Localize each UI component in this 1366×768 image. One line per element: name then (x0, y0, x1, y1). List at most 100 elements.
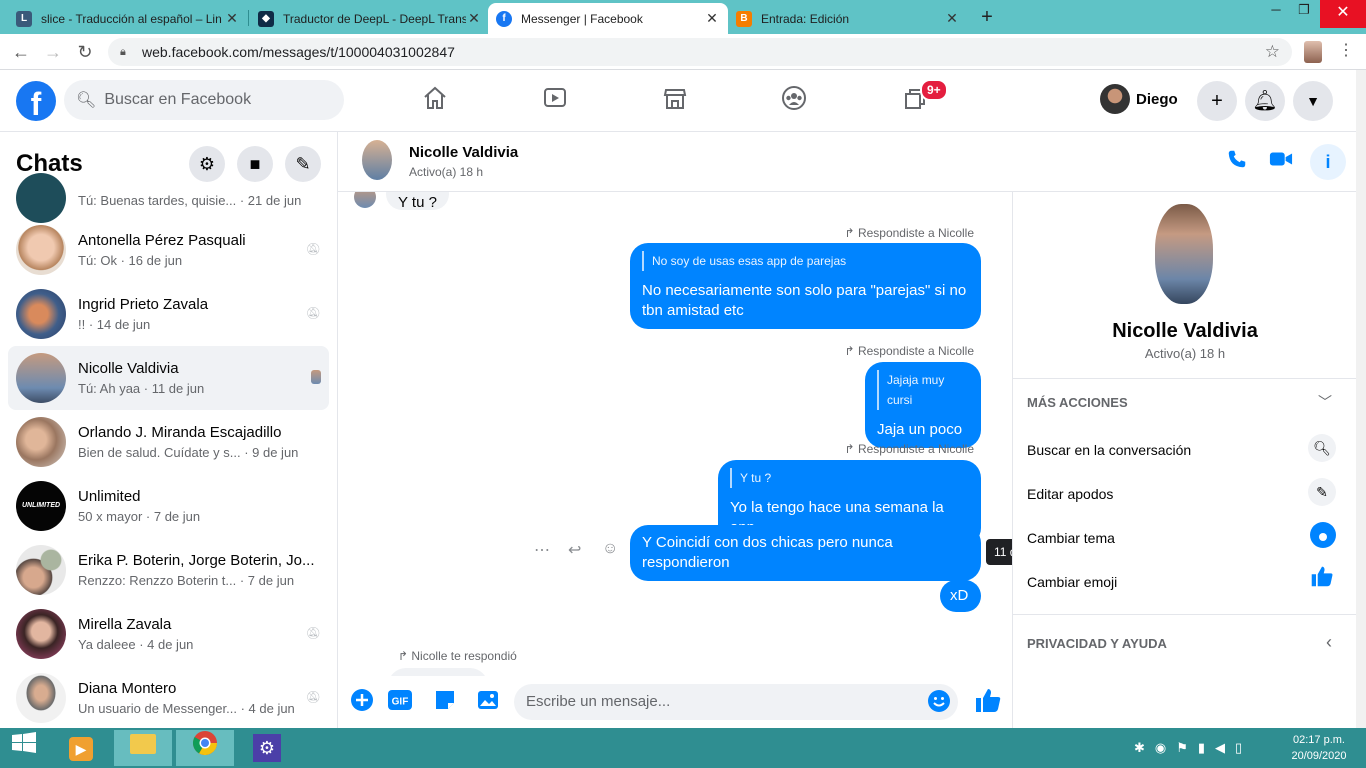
facebook-header: f 🔍︎ Buscar en Facebook 9+ Diego + 🔔︎ ▼ (0, 70, 1356, 132)
new-tab-icon[interactable]: + (976, 6, 998, 29)
privacy-help-header[interactable]: PRIVACIDAD Y AYUDA (1027, 636, 1167, 651)
system-tray-icons[interactable]: ✱◉⚑▮◀▯ (1134, 740, 1252, 756)
chat-list-item[interactable]: Erika P. Boterin, Jorge Boterin, Jo... Re… (8, 538, 329, 602)
pencil-icon[interactable]: ✎ (1308, 478, 1336, 506)
user-profile-chip[interactable]: Diego (1100, 84, 1178, 114)
reply-indicator: ↱ Respondiste a Nicolle (844, 442, 974, 456)
facebook-icon: f (496, 10, 512, 27)
received-message[interactable] (388, 668, 488, 676)
chrome-icon[interactable] (176, 730, 234, 766)
browser-tab[interactable]: B Entrada: Edición ✕ (728, 3, 968, 34)
photo-attach-icon[interactable] (475, 688, 501, 714)
message-input[interactable]: Escribe un mensaje... (514, 684, 958, 720)
home-icon[interactable] (417, 84, 453, 118)
conversation-name[interactable]: Nicolle Valdivia (409, 144, 518, 161)
profile-avatar-icon[interactable] (1304, 41, 1322, 63)
window-close-icon[interactable]: ✕ (1320, 0, 1366, 28)
conversation-info-icon[interactable]: i (1310, 144, 1346, 180)
chat-name: Ingrid Prieto Zavala (78, 296, 209, 313)
file-explorer-icon[interactable] (114, 730, 172, 766)
react-smiley-icon[interactable]: ☺ (602, 540, 618, 558)
taskbar-clock[interactable]: 02:17 p.m. 20/09/2020 (1284, 732, 1354, 764)
chat-list-item[interactable]: Antonella Pérez Pasquali Tú: Ok · 16 de j… (8, 218, 329, 282)
chat-preview: Tú: Ah yaa · 11 de jun (78, 381, 205, 396)
chat-list-item[interactable]: Ingrid Prieto Zavala !! · 14 de jun 🔕︎ (8, 282, 329, 346)
chat-list-item[interactable]: Mirella Zavala Ya daleee · 4 de jun 🔕︎ (8, 602, 329, 666)
change-emoji-action[interactable]: Cambiar emoji (1027, 574, 1117, 590)
avatar[interactable] (362, 140, 392, 180)
phone-call-icon[interactable] (1223, 148, 1251, 176)
create-plus-icon[interactable]: + (1197, 81, 1237, 121)
chat-preview: Renzzo: Renzzo Boterin t... · 7 de jun (78, 573, 295, 588)
search-input[interactable]: 🔍︎ Buscar en Facebook (64, 80, 344, 120)
search-conversation-action[interactable]: Buscar en la conversación (1027, 442, 1191, 458)
reload-icon[interactable]: ↻ (74, 41, 96, 63)
chat-list-item[interactable]: Orlando J. Miranda Escajadillo Bien de sa… (8, 410, 329, 474)
windows-start-icon[interactable] (0, 730, 48, 766)
edit-nicknames-action[interactable]: Editar apodos (1027, 486, 1113, 502)
chat-preview: Ya daleee · 4 de jun (78, 637, 194, 652)
chat-list-item-selected[interactable]: Nicolle Valdivia Tú: Ah yaa · 11 de jun (8, 346, 329, 410)
url-bar[interactable]: 🔒︎ web.facebook.com/messages/t/100004031… (108, 38, 1292, 66)
like-thumb-icon[interactable] (974, 686, 1001, 712)
message-placeholder: Escribe un mensaje... (526, 693, 671, 710)
close-tab-icon[interactable]: ✕ (224, 10, 240, 27)
received-message[interactable]: Y tu ? (386, 192, 449, 210)
chat-list-item[interactable]: UNLIMITED Unlimited 50 x mayor · 7 de jun (8, 474, 329, 538)
reply-text: Respondiste a Nicolle (857, 344, 974, 358)
reply-text: Respondiste a Nicolle (857, 442, 974, 456)
sent-message[interactable]: No soy de usas esas app de parejas No ne… (630, 243, 981, 329)
account-menu-chevron-icon[interactable]: ▼ (1293, 81, 1333, 121)
bookmark-star-icon[interactable]: ☆ (1265, 42, 1280, 62)
theme-color-icon[interactable] (1310, 522, 1336, 548)
restore-icon[interactable]: ❐ (1284, 2, 1324, 18)
search-icon[interactable]: 🔍︎ (1308, 434, 1336, 462)
deepl-icon: ◆ (258, 10, 274, 27)
browser-tab[interactable]: L slice - Traducción al español – Lin ✕ (8, 3, 248, 34)
sent-message[interactable]: Jajaja muy cursi Jaja un poco (865, 362, 981, 448)
chat-list-item[interactable]: Diana Montero Un usuario de Messenger... … (8, 666, 329, 728)
watch-icon[interactable] (537, 84, 573, 118)
more-actions-header[interactable]: MÁS ACCIONES (1027, 395, 1128, 410)
reply-arrow-icon[interactable]: ↩ (568, 540, 581, 560)
notifications-bell-icon[interactable]: 🔔︎ (1245, 81, 1285, 121)
page-scrollbar[interactable] (1356, 70, 1366, 728)
like-thumb-icon[interactable] (1308, 564, 1336, 592)
muted-bell-icon: 🔕︎ (305, 690, 321, 704)
more-actions-plus-icon[interactable] (349, 688, 375, 714)
chat-name: Diana Montero (78, 680, 177, 697)
groups-icon[interactable] (776, 84, 812, 118)
gif-icon[interactable]: GIF (387, 688, 413, 714)
change-theme-action[interactable]: Cambiar tema (1027, 530, 1115, 546)
browser-tab-bar: L slice - Traducción al español – Lin ✕ … (0, 0, 1366, 34)
profile-avatar[interactable] (1155, 204, 1213, 304)
browser-tab[interactable]: ◆ Traductor de DeepL - DeepL Trans ✕ (250, 3, 490, 34)
settings-gear-icon[interactable]: ⚙ (238, 730, 296, 766)
browser-tab-active[interactable]: f Messenger | Facebook ✕ (488, 3, 728, 34)
sticker-icon[interactable] (432, 688, 458, 714)
sent-message[interactable]: xD (940, 580, 981, 612)
chevron-down-icon[interactable]: ﹀ (1318, 392, 1332, 412)
media-player-icon[interactable]: ▶ (52, 730, 110, 766)
facebook-logo-icon[interactable]: f (16, 81, 56, 121)
close-tab-icon[interactable]: ✕ (704, 10, 720, 27)
emoji-icon[interactable] (926, 689, 952, 715)
browser-menu-icon[interactable]: ⋮ (1338, 40, 1354, 60)
notification-badge: 9+ (920, 79, 948, 101)
marketplace-icon[interactable] (657, 84, 693, 118)
more-options-icon[interactable]: ⋯ (534, 540, 550, 560)
muted-bell-icon: 🔕︎ (305, 626, 321, 640)
active-status: Activo(a) 18 h (409, 165, 484, 179)
back-icon[interactable]: ← (10, 41, 32, 63)
avatar (1100, 84, 1130, 114)
forward-icon[interactable]: → (42, 41, 64, 63)
sent-message[interactable]: Y Coincidí con dos chicas pero nunca res… (630, 525, 981, 581)
chat-preview: Tú: Buenas tardes, quisie... · 21 de jun (78, 192, 302, 208)
chat-preview: Un usuario de Messenger... · 4 de jun (78, 701, 295, 716)
close-tab-icon[interactable]: ✕ (944, 10, 960, 27)
close-tab-icon[interactable]: ✕ (466, 10, 482, 27)
chevron-left-icon[interactable]: ‹ (1326, 632, 1332, 653)
chat-name: Erika P. Boterin, Jorge Boterin, Jo... (78, 552, 315, 569)
video-call-icon[interactable] (1267, 148, 1295, 176)
message-thread: Y tu ? ↱ Respondiste a Nicolle No soy de… (338, 192, 1012, 676)
